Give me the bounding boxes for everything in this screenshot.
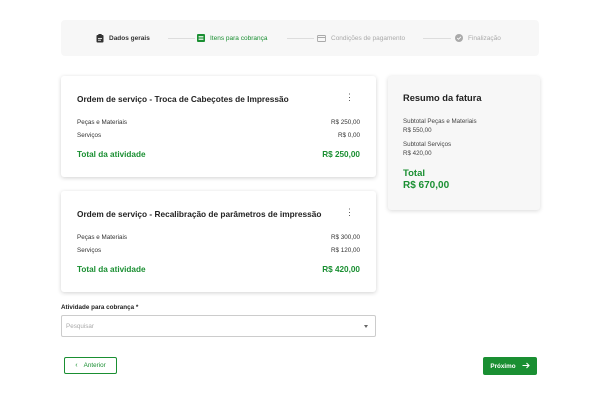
next-button-label: Próximo [490,362,516,370]
subtotal-services-label: Subtotal Serviços [403,141,452,148]
step-itens-cobranca[interactable]: Itens para cobrança [197,20,267,56]
summary-total-label: Total [403,168,425,179]
total-label: Total da atividade [77,150,146,159]
more-vert-icon[interactable]: ⋮ [345,208,354,217]
list-icon [197,34,205,42]
activity-field-label: Atividade para cobrança * [61,304,139,311]
order-line: Peças e Materiais R$ 250,00 [77,119,360,126]
chevron-down-icon [364,325,368,328]
subtotal-parts-label: Subtotal Peças e Materiais [403,118,477,125]
order-title: Ordem de serviço - Recalibração de parâm… [77,209,322,219]
invoice-summary: Resumo da fatura Subtotal Peças e Materi… [388,76,540,210]
step-finalizacao[interactable]: Finalização [455,20,501,56]
activity-select-placeholder: Pesquisar [66,323,95,330]
step-condicoes-pagamento[interactable]: Condições de pagamento [317,20,405,56]
subtotal-parts-value: R$ 550,00 [403,127,432,134]
more-vert-icon[interactable]: ⋮ [345,93,354,102]
line-label: Peças e Materiais [77,119,128,126]
step-label: Dados gerais [109,34,150,42]
summary-total-value: R$ 670,00 [403,180,450,191]
step-dados-gerais[interactable]: Dados gerais [96,20,150,56]
order-total: Total da atividade R$ 250,00 [77,150,360,159]
total-label: Total da atividade [77,265,146,274]
line-label: Serviços [77,247,102,254]
total-value: R$ 420,00 [322,265,360,274]
order-line: Peças e Materiais R$ 300,00 [77,234,360,241]
stepper: Dados gerais Itens para cobrança Condiçõ… [61,20,539,56]
arrow-right-icon [522,362,530,371]
order-line: Serviços R$ 120,00 [77,247,360,254]
previous-button-label: Anterior [83,362,106,369]
step-label: Itens para cobrança [210,34,268,42]
previous-button[interactable]: ‹ Anterior [64,357,117,374]
order-total: Total da atividade R$ 420,00 [77,265,360,274]
step-connector [168,38,195,39]
order-title: Ordem de serviço - Troca de Cabeçotes de… [77,94,289,104]
order-line: Serviços R$ 0,00 [77,132,360,139]
summary-title: Resumo da fatura [403,93,482,103]
chevron-left-icon: ‹ [75,362,78,369]
total-value: R$ 250,00 [322,150,360,159]
clipboard-icon [96,33,104,43]
order-card: Ordem de serviço - Troca de Cabeçotes de… [61,76,376,177]
activity-select[interactable]: Pesquisar [61,315,376,337]
check-circle-icon [455,34,463,42]
line-label: Peças e Materiais [77,234,128,241]
line-value: R$ 120,00 [330,247,360,254]
step-connector [287,38,314,39]
line-value: R$ 250,00 [330,119,360,126]
order-card: Ordem de serviço - Recalibração de parâm… [61,191,376,292]
next-button[interactable]: Próximo [483,357,537,375]
step-label: Finalização [468,34,501,42]
subtotal-services-value: R$ 420,00 [403,150,432,157]
line-label: Serviços [77,132,102,139]
credit-card-icon [317,34,326,42]
line-value: R$ 0,00 [337,132,360,139]
step-connector [423,38,451,39]
line-value: R$ 300,00 [330,234,360,241]
step-label: Condições de pagamento [331,34,406,42]
